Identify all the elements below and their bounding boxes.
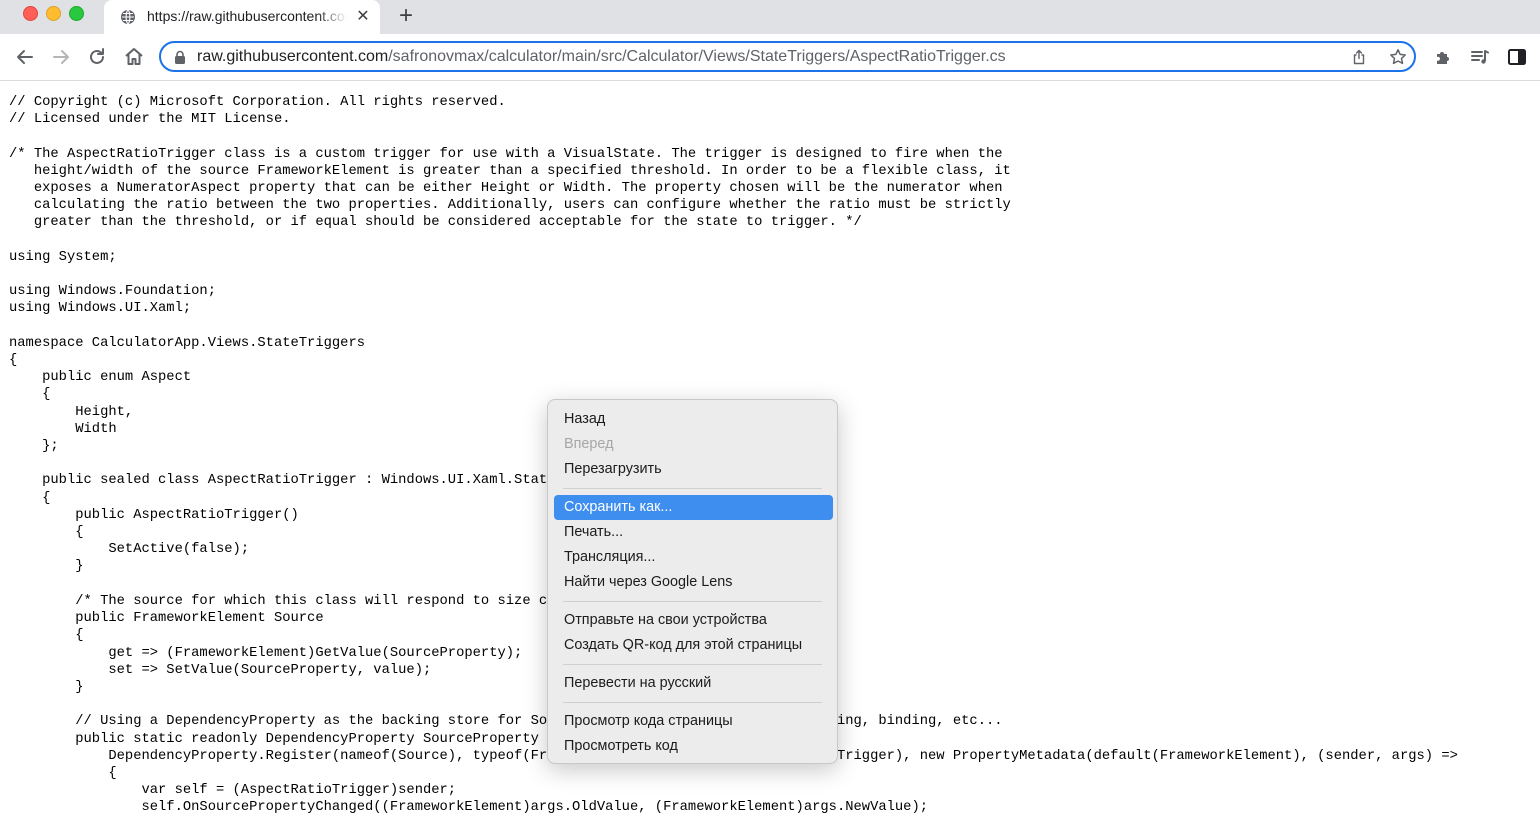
url-text[interactable]: raw.githubusercontent.com/safronovmax/ca… bbox=[197, 48, 1006, 66]
tab-title: https://raw.githubusercontent.com/safron… bbox=[147, 8, 347, 24]
context-menu: Назад Вперед Перезагрузить Сохранить как… bbox=[547, 399, 838, 764]
window-minimize-button[interactable] bbox=[46, 6, 61, 21]
arrow-right-icon[interactable] bbox=[50, 46, 72, 68]
arrow-left-icon[interactable] bbox=[14, 46, 36, 68]
menu-item-inspect[interactable]: Просмотреть код bbox=[554, 734, 833, 759]
menu-separator bbox=[563, 601, 822, 602]
menu-item-print[interactable]: Печать... bbox=[554, 520, 833, 545]
side-panel-icon[interactable] bbox=[1506, 46, 1528, 68]
menu-item-cast[interactable]: Трансляция... bbox=[554, 545, 833, 570]
new-tab-button[interactable]: + bbox=[394, 4, 418, 29]
star-icon[interactable] bbox=[1389, 48, 1407, 66]
reload-icon[interactable] bbox=[86, 46, 108, 68]
tab-close-button[interactable]: ✕ bbox=[354, 8, 372, 26]
menu-item-qr-code[interactable]: Создать QR-код для этой страницы bbox=[554, 633, 833, 658]
menu-separator bbox=[563, 702, 822, 703]
window-zoom-button[interactable] bbox=[69, 6, 84, 21]
lock-icon[interactable] bbox=[173, 50, 187, 64]
browser-toolbar: raw.githubusercontent.com/safronovmax/ca… bbox=[0, 34, 1540, 81]
menu-item-reload[interactable]: Перезагрузить bbox=[554, 457, 833, 482]
menu-item-view-source[interactable]: Просмотр кода страницы bbox=[554, 709, 833, 734]
window-close-button[interactable] bbox=[23, 6, 38, 21]
media-queue-icon[interactable] bbox=[1469, 46, 1491, 68]
home-icon[interactable] bbox=[123, 46, 145, 68]
tab-strip: https://raw.githubusercontent.com/safron… bbox=[0, 0, 1540, 34]
share-icon[interactable] bbox=[1351, 49, 1367, 65]
address-bar[interactable]: raw.githubusercontent.com/safronovmax/ca… bbox=[159, 41, 1416, 72]
url-host: raw.githubusercontent.com bbox=[197, 48, 389, 65]
globe-icon bbox=[121, 9, 135, 25]
menu-item-back[interactable]: Назад bbox=[554, 407, 833, 432]
url-path: /safronovmax/calculator/main/src/Calcula… bbox=[388, 48, 1006, 65]
menu-item-translate[interactable]: Перевести на русский bbox=[554, 671, 833, 696]
puzzle-icon[interactable] bbox=[1433, 46, 1455, 68]
menu-item-google-lens[interactable]: Найти через Google Lens bbox=[554, 570, 833, 595]
menu-item-send-to-devices[interactable]: Отправьте на свои устройства bbox=[554, 608, 833, 633]
browser-tab[interactable]: https://raw.githubusercontent.com/safron… bbox=[104, 0, 380, 34]
menu-separator bbox=[563, 664, 822, 665]
menu-item-save-as[interactable]: Сохранить как... bbox=[554, 495, 833, 520]
menu-separator bbox=[563, 488, 822, 489]
menu-item-forward[interactable]: Вперед bbox=[554, 432, 833, 457]
